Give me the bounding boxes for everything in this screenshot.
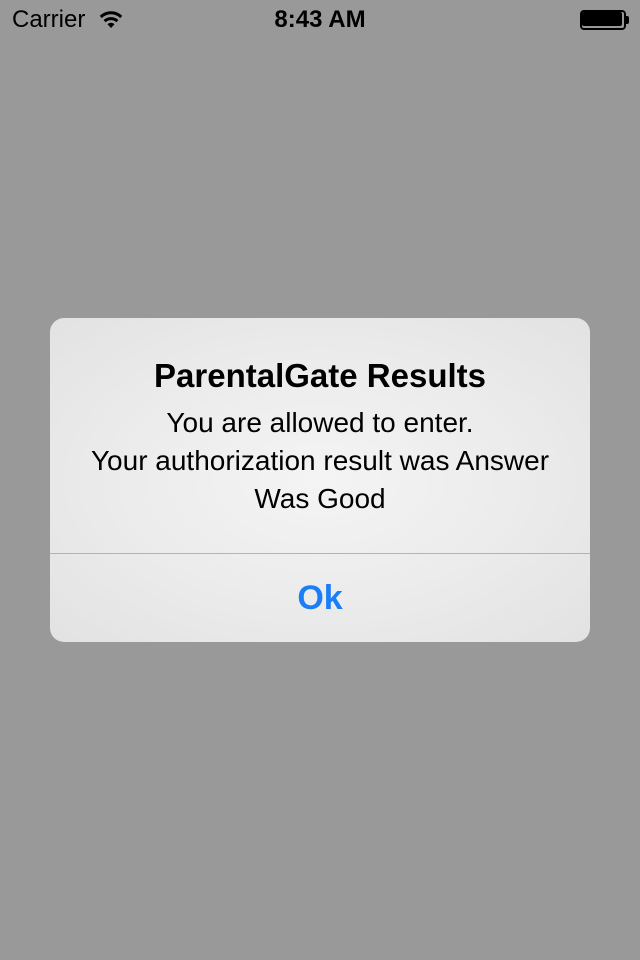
alert-message-line: Your authorization result was Answer [90, 445, 550, 476]
alert-message-line: Was Good [254, 483, 386, 514]
alert-dialog: ParentalGate Results You are allowed to … [50, 318, 590, 642]
status-time: 8:43 AM [274, 6, 366, 33]
battery-icon [580, 10, 629, 30]
alert-title: ParentalGate Results [154, 357, 486, 394]
ok-button[interactable]: Ok [50, 554, 590, 642]
alert-message: You are allowed to enter. Your authoriza… [70, 404, 570, 518]
status-bar: Carrier 8:43 AM [0, 0, 640, 40]
alert-message-line: You are allowed to enter. [166, 407, 474, 438]
